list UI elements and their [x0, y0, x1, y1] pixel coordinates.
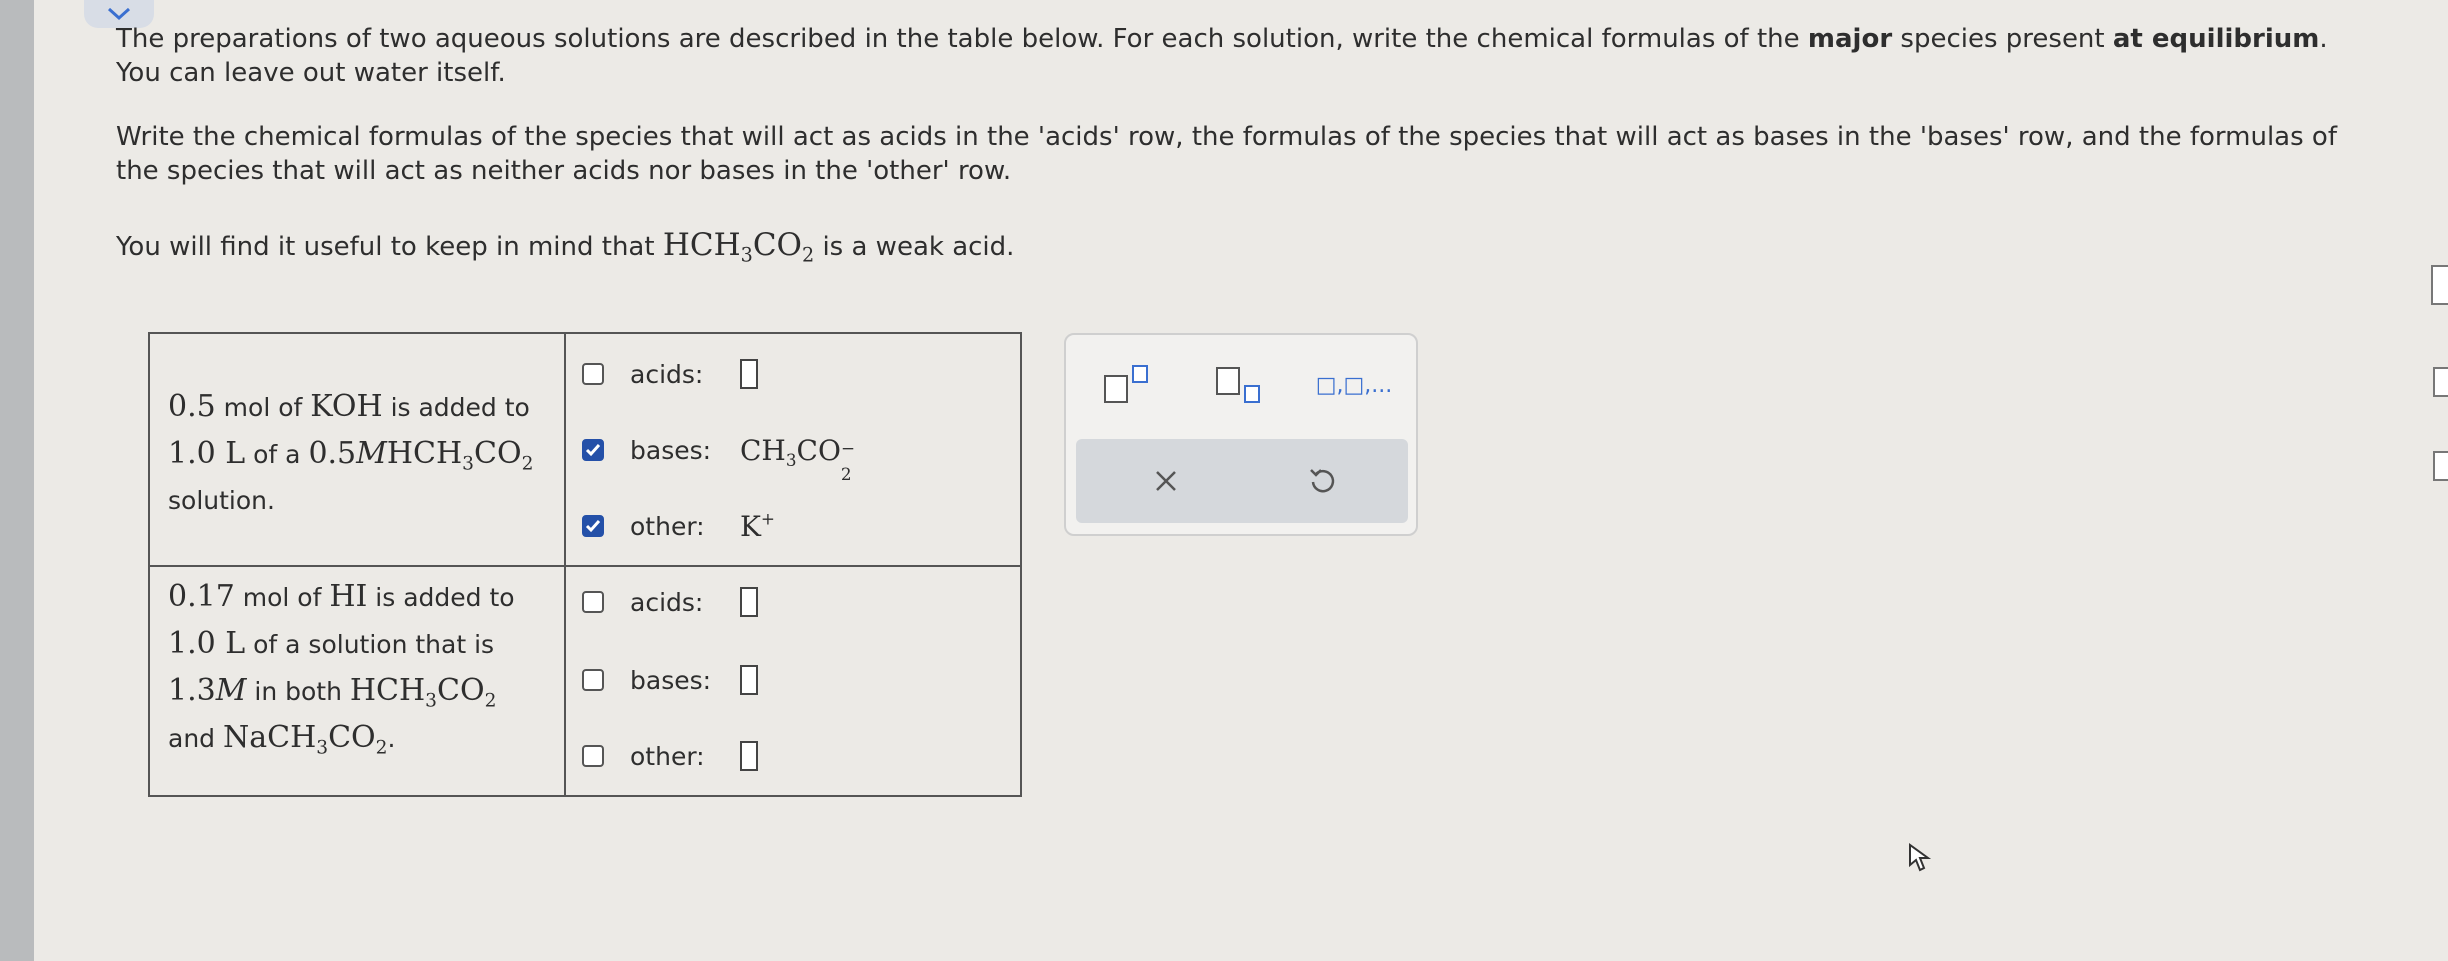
solution-2-bases-checkbox[interactable]	[582, 669, 604, 691]
clear-button[interactable]	[1106, 439, 1226, 523]
solution-1-acids-row: acids:	[582, 354, 758, 394]
solution-1-bases-input[interactable]: CH3CO −2	[740, 434, 855, 484]
superscript-template-button[interactable]	[1094, 355, 1164, 415]
toolbox-action-bar	[1076, 439, 1408, 523]
instructions-paragraph-2: Write the chemical formulas of the speci…	[116, 122, 2337, 186]
undo-button[interactable]	[1262, 439, 1382, 523]
checkmark-icon	[585, 444, 601, 457]
weak-acid-formula: HCH3CO2	[662, 227, 815, 267]
solution-2-other-input[interactable]	[740, 741, 758, 771]
calculator-icon[interactable]	[2424, 262, 2448, 308]
superscript-template-icon	[1104, 365, 1148, 403]
hint-paragraph: You will find it useful to keep in mind …	[116, 227, 1015, 267]
solution-1-bases-row: bases: CH3CO −2	[582, 430, 855, 484]
solution-1-other-input[interactable]: K+	[740, 509, 775, 542]
solution-2-other-row: other:	[582, 736, 758, 776]
solution-2-description: 0.17 mol of HI is added to 1.0 L of a so…	[168, 579, 515, 759]
solution-2-acids-checkbox[interactable]	[582, 591, 604, 613]
solution-1-other-checkbox[interactable]	[582, 515, 604, 537]
solution-2-acids-input[interactable]	[740, 587, 758, 617]
checkmark-icon	[585, 520, 601, 533]
text-icon[interactable]	[2424, 446, 2448, 486]
solution-2-bases-row: bases:	[582, 660, 758, 700]
solution-1-description: 0.5 mol of KOH is added to 1.0 L of a 0.…	[168, 389, 534, 515]
solution-1-other-row: other: K+	[582, 506, 775, 546]
instructions-paragraph-1: The preparations of two aqueous solution…	[116, 24, 2328, 88]
list-template-button[interactable]: □,□,...	[1306, 355, 1402, 415]
formula-toolbox: □,□,...	[1064, 333, 1418, 536]
subscript-template-button[interactable]	[1206, 355, 1276, 415]
data-icon[interactable]	[2424, 362, 2448, 402]
solution-2-bases-input[interactable]	[740, 665, 758, 695]
x-icon	[1156, 471, 1176, 491]
solutions-table: 0.5 mol of KOH is added to 1.0 L of a 0.…	[148, 332, 1022, 797]
subscript-template-icon	[1216, 367, 1260, 403]
solution-2-other-checkbox[interactable]	[582, 745, 604, 767]
solution-1-bases-checkbox[interactable]	[582, 439, 604, 461]
chevron-down-icon	[107, 7, 131, 21]
list-template-icon: □,□,...	[1315, 372, 1393, 398]
mouse-cursor-icon	[1908, 843, 1934, 877]
table-divider-horizontal	[150, 565, 1020, 567]
left-margin-bar	[0, 0, 34, 961]
solution-1-acids-checkbox[interactable]	[582, 363, 604, 385]
solution-2-acids-row: acids:	[582, 582, 758, 622]
undo-icon	[1310, 469, 1335, 493]
solution-1-acids-input[interactable]	[740, 359, 758, 389]
